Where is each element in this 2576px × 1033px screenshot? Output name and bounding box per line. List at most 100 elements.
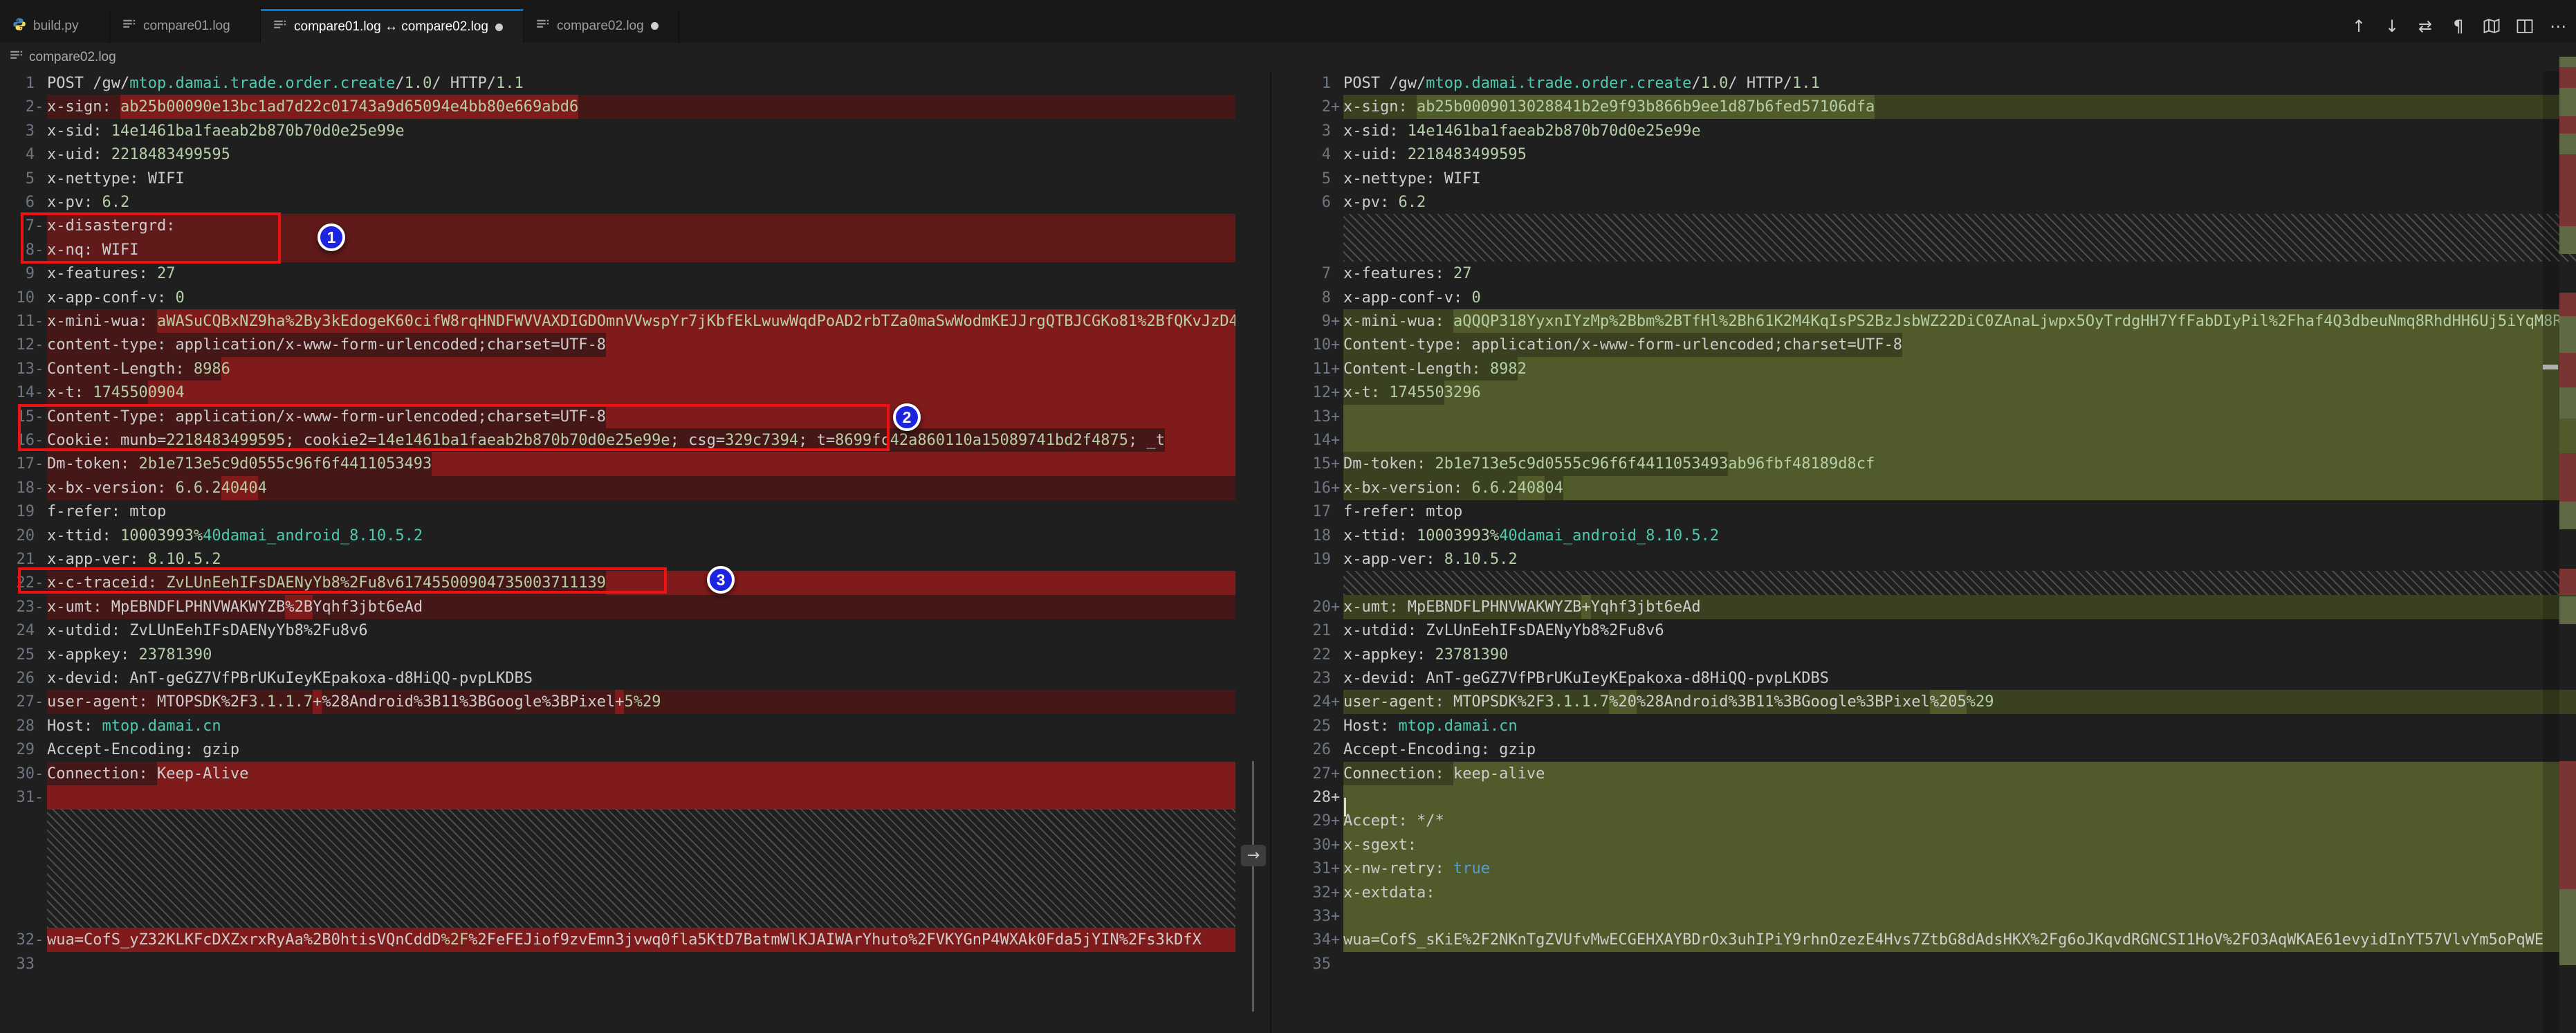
code-line[interactable]: Connection: Keep-Alive: [47, 762, 1235, 786]
overview-ruler-mark: [2559, 116, 2576, 134]
code-line[interactable]: Content-Length: 8986: [47, 357, 1235, 381]
tab-build.py[interactable]: build.py: [0, 9, 110, 43]
code-line[interactable]: x-nq: WIFI: [47, 238, 1235, 262]
code-line[interactable]: x-nw-retry: true: [1343, 857, 2576, 881]
code-line[interactable]: Host: mtop.damai.cn: [47, 714, 1235, 738]
code-line[interactable]: x-devid: AnT-geGZ7VfPBrUKuIeyKEpakoxa-d8…: [1343, 666, 2576, 691]
previous-change-icon[interactable]: ↑: [2348, 15, 2370, 37]
code-line[interactable]: [47, 952, 1235, 976]
code-line[interactable]: x-t: 1745503296: [1343, 381, 2576, 405]
code-line[interactable]: x-app-ver: 8.10.5.2: [1343, 547, 2576, 572]
code-line[interactable]: x-devid: AnT-geGZ7VfPBrUKuIeyKEpakoxa-d8…: [47, 666, 1235, 691]
code-line[interactable]: POST /gw/mtop.damai.trade.order.create/1…: [1343, 71, 2576, 95]
code-line[interactable]: x-disastergrd:: [47, 214, 1235, 238]
revert-change-arrow-button[interactable]: →: [1241, 845, 1266, 866]
code-text: x-app-conf-v:: [1343, 286, 1471, 310]
code-line[interactable]: x-bx-version: 6.6.240404: [47, 476, 1235, 500]
code-line[interactable]: x-sgext:: [1343, 833, 2576, 857]
code-line[interactable]: [1343, 952, 2576, 976]
code-text: x-sign:: [1343, 95, 1417, 119]
tab-compare02.log[interactable]: compare02.log: [524, 9, 679, 43]
code-line[interactable]: x-appkey: 23781390: [47, 643, 1235, 667]
code-line[interactable]: x-mini-wua: aQQQP318YyxnIYzMp%2Bbm%2BTfH…: [1343, 309, 2576, 333]
code-line[interactable]: Accept-Encoding: gzip: [1343, 738, 2576, 762]
code-line[interactable]: Host: mtop.damai.cn: [1343, 714, 2576, 738]
left-scrollbar-slider[interactable]: [1252, 761, 1254, 1012]
code-line[interactable]: [1343, 405, 2576, 429]
code-line[interactable]: Dm-token: 2b1e713e5c9d0555c96f6f44110534…: [1343, 452, 2576, 476]
code-line[interactable]: x-pv: 6.2: [47, 190, 1235, 214]
more-actions-icon[interactable]: ⋯: [2547, 15, 2569, 37]
code-line[interactable]: x-bx-version: 6.6.240804: [1343, 476, 2576, 500]
overview-ruler-mark: [2559, 353, 2576, 387]
code-line[interactable]: x-utdid: ZvLUnEehIFsDAENyYb8%2Fu8v6: [47, 619, 1235, 643]
code-line[interactable]: Accept-Encoding: gzip: [47, 738, 1235, 762]
code-line[interactable]: x-uid: 2218483499595: [47, 143, 1235, 167]
code-line[interactable]: wua=CofS_yZ32KLKFcDXZxrxRyAa%2B0htisVQnC…: [47, 928, 1235, 952]
code-line[interactable]: x-sid: 14e1461ba1faeab2b870b70d0e25e99e: [47, 119, 1235, 143]
code-line[interactable]: x-mini-wua: aWASuCQBxNZ9ha%2By3kEdogeK60…: [47, 309, 1235, 333]
code-line[interactable]: x-uid: 2218483499595: [1343, 143, 2576, 167]
dirty-dot-icon[interactable]: [495, 24, 503, 31]
code-line[interactable]: x-sign: ab25b0009013028841b2e9f93b866b9e…: [1343, 95, 2576, 119]
code-line[interactable]: Cookie: munb=2218483499595; cookie2=14e1…: [47, 428, 1235, 452]
tab-compare01.log-compare02.log[interactable]: compare01.log ↔ compare02.log: [261, 9, 524, 43]
code-line[interactable]: x-pv: 6.2: [1343, 190, 2576, 214]
render-whitespace-icon[interactable]: ¶: [2447, 15, 2469, 37]
breadcrumb[interactable]: compare02.log: [0, 43, 2576, 71]
code-line[interactable]: Content-Length: 8982: [1343, 357, 2576, 381]
code-line[interactable]: x-nettype: WIFI: [1343, 167, 2576, 191]
code-line[interactable]: x-ttid: 10003993%40damai_android_8.10.5.…: [47, 524, 1235, 548]
code-text: 898: [1490, 357, 1518, 381]
code-text: +: [313, 690, 322, 714]
code-line[interactable]: x-sign: ab25b00090e13bc1ad7d22c01743a9d6…: [47, 95, 1235, 119]
left-pane-line-number: 17-: [0, 452, 47, 476]
swap-sides-icon[interactable]: ⇄: [2414, 15, 2436, 37]
code-line[interactable]: [1343, 904, 2576, 929]
code-line[interactable]: x-ttid: 10003993%40damai_android_8.10.5.…: [1343, 524, 2576, 548]
code-text: x-utdid: ZvLUnEehIFsDAENyYb8%2Fu8v6: [47, 619, 368, 643]
code-line[interactable]: x-extdata:: [1343, 881, 2576, 905]
code-line[interactable]: x-nettype: WIFI: [47, 167, 1235, 191]
left-pane-line-number: 12-: [0, 333, 47, 357]
code-line[interactable]: x-app-conf-v: 0: [47, 286, 1235, 310]
next-change-icon[interactable]: ↓: [2381, 15, 2403, 37]
code-line[interactable]: x-umt: MpEBNDFLPHNVWAKWYZB+Yqhf3jbt6eAd: [1343, 595, 2576, 619]
code-line[interactable]: f-refer: mtop: [1343, 500, 2576, 524]
editor-sash[interactable]: [1270, 71, 1271, 1033]
right-pane-line-number: 32+: [1271, 881, 1343, 905]
code-line[interactable]: x-utdid: ZvLUnEehIFsDAENyYb8%2Fu8v6: [1343, 619, 2576, 643]
code-line[interactable]: x-app-conf-v: 0: [1343, 286, 2576, 310]
code-text: x-c-traceid:: [47, 571, 166, 595]
right-scrollbar-track[interactable]: [2543, 71, 2559, 1033]
code-line[interactable]: x-sid: 14e1461ba1faeab2b870b70d0e25e99e: [1343, 119, 2576, 143]
code-line[interactable]: wua=CofS_sKiE%2F2NKnTgZVUfvMwECGEHXAYBDr…: [1343, 928, 2576, 952]
code-line[interactable]: POST /gw/mtop.damai.trade.order.create/1…: [47, 71, 1235, 95]
code-line[interactable]: [1343, 785, 2576, 810]
code-line[interactable]: x-t: 1745500904: [47, 381, 1235, 405]
code-line[interactable]: user-agent: MTOPSDK%2F3.1.1.7+%28Android…: [47, 690, 1235, 714]
code-line[interactable]: x-umt: MpEBNDFLPHNVWAKWYZB%2BYqhf3jbt6eA…: [47, 595, 1235, 619]
code-text: 27: [157, 262, 176, 286]
code-line[interactable]: x-appkey: 23781390: [1343, 643, 2576, 667]
code-line[interactable]: Dm-token: 2b1e713e5c9d0555c96f6f44110534…: [47, 452, 1235, 476]
split-editor-icon[interactable]: [2514, 15, 2536, 37]
left-pane-line-number: 21: [0, 547, 47, 572]
map-icon[interactable]: [2481, 15, 2503, 37]
dirty-dot-icon[interactable]: [651, 22, 659, 30]
code-line[interactable]: x-app-ver: 8.10.5.2: [47, 547, 1235, 572]
code-line[interactable]: user-agent: MTOPSDK%2F3.1.1.7%20%28Andro…: [1343, 690, 2576, 714]
code-line[interactable]: Content-type: application/x-www-form-url…: [1343, 333, 2576, 357]
code-line[interactable]: Accept: */*: [1343, 809, 2576, 833]
code-line[interactable]: content-type: application/x-www-form-url…: [47, 333, 1235, 357]
code-line[interactable]: Content-Type: application/x-www-form-url…: [47, 405, 1235, 429]
code-line[interactable]: [1343, 428, 2576, 452]
code-line[interactable]: Connection: keep-alive: [1343, 762, 2576, 786]
code-line[interactable]: [47, 785, 1235, 810]
code-line[interactable]: x-features: 27: [1343, 262, 2576, 286]
tab-compare01.log[interactable]: compare01.log: [110, 9, 261, 43]
code-line[interactable]: f-refer: mtop: [47, 500, 1235, 524]
left-pane-line-number: 29: [0, 738, 47, 762]
code-line[interactable]: x-features: 27: [47, 262, 1235, 286]
code-line[interactable]: x-c-traceid: ZvLUnEehIFsDAENyYb8%2Fu8v61…: [47, 571, 1235, 595]
